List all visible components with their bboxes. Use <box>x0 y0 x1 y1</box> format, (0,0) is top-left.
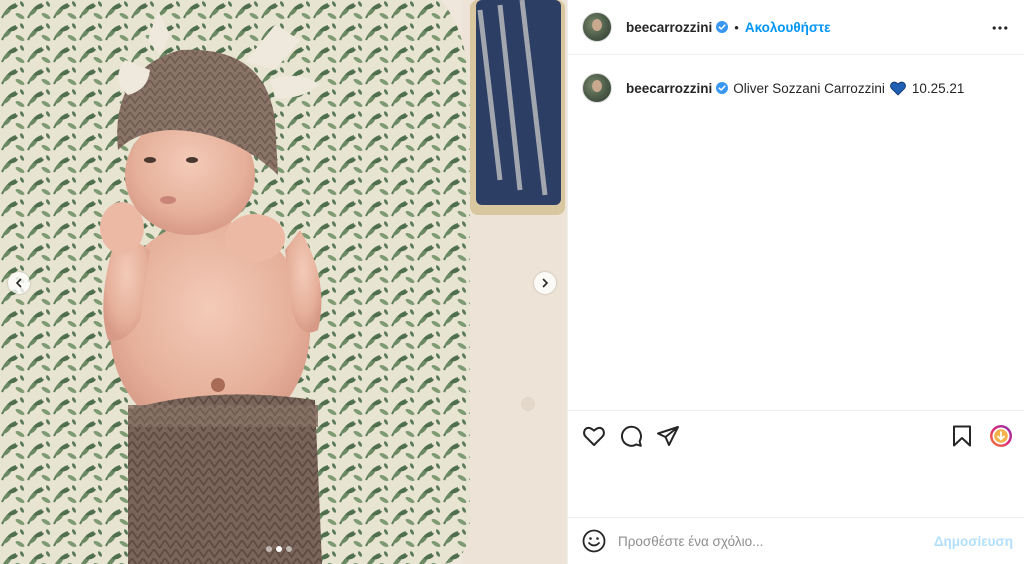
post-actions <box>568 410 1024 460</box>
blue-heart-icon <box>889 81 906 96</box>
post-sidebar: beecarrozzini • Ακολουθήστε beecarrozzin… <box>567 0 1024 564</box>
carousel-dot-active <box>276 546 282 552</box>
more-options-button[interactable] <box>991 19 1009 37</box>
chevron-left-icon <box>15 278 22 288</box>
comment-input[interactable] <box>618 533 928 549</box>
caption-date: 10.25.21 <box>911 80 965 96</box>
post-photo <box>0 0 567 564</box>
follow-separator: • <box>734 19 739 35</box>
save-button[interactable] <box>950 424 974 448</box>
post-comment-button[interactable]: Δημοσίευση <box>934 534 1013 549</box>
like-button[interactable] <box>582 424 606 448</box>
share-icon <box>657 426 679 446</box>
post-header: beecarrozzini • Ακολουθήστε <box>568 0 1024 55</box>
save-icon <box>953 425 971 447</box>
share-button[interactable] <box>656 424 680 448</box>
carousel-dot <box>286 546 292 552</box>
caption-username[interactable]: beecarrozzini <box>626 81 712 96</box>
more-options-icon <box>992 26 1008 30</box>
caption-text: Oliver Sozzani Carrozzini <box>733 80 885 96</box>
carousel-next-button[interactable] <box>534 272 556 294</box>
caption-avatar[interactable] <box>582 73 612 103</box>
verified-badge-icon <box>716 21 729 33</box>
collection-icon <box>990 425 1012 447</box>
carousel-prev-button[interactable] <box>8 272 30 294</box>
like-icon <box>583 426 605 446</box>
follow-button[interactable]: Ακολουθήστε <box>745 20 831 35</box>
author-avatar[interactable] <box>582 12 612 42</box>
carousel-dot <box>266 546 272 552</box>
collection-button[interactable] <box>989 424 1013 448</box>
post-caption: beecarrozzini Oliver Sozzani Carrozzini … <box>582 73 964 103</box>
comment-icon <box>620 425 642 447</box>
comment-button[interactable] <box>619 424 643 448</box>
comment-bar: Δημοσίευση <box>568 517 1024 564</box>
author-username[interactable]: beecarrozzini <box>626 20 712 35</box>
emoji-icon[interactable] <box>582 529 606 553</box>
carousel-indicator <box>266 546 292 552</box>
post-media[interactable] <box>0 0 567 564</box>
chevron-right-icon <box>542 278 549 288</box>
verified-badge-icon <box>716 82 729 94</box>
